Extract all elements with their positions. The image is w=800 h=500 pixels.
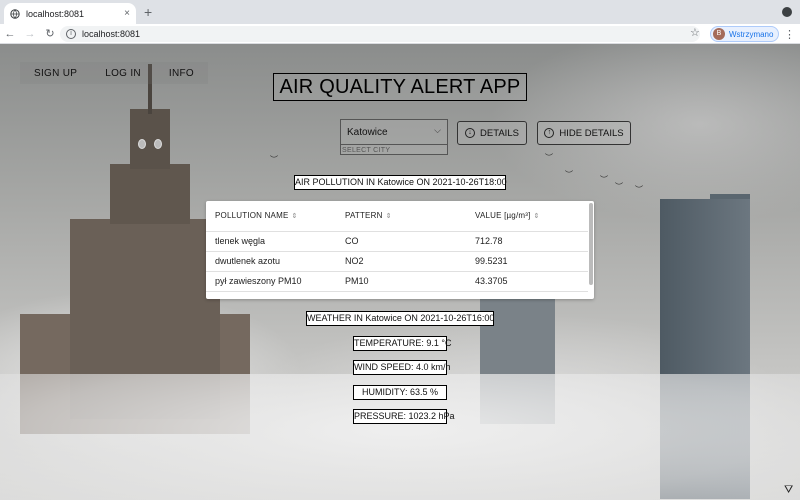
table-row: tlenek węgla CO 712.78 [206,231,588,252]
top-nav: SIGN UP LOG IN INFO [20,62,209,84]
cell-pollution-name: tlenek węgla [206,231,336,252]
hide-details-button[interactable]: ↑ HIDE DETAILS [537,121,631,145]
cell-pattern: NO2 [336,251,466,272]
table-header-row: POLLUTION NAME ⇕ PATTERN ⇕ VALUE [µg/m³] ⇕ [206,201,588,232]
cell-value: 99.5231 [466,251,588,272]
page-background: ︶ ︶ ︶ ︶ ︶ ︶ SIGN UP LOG IN INFO AIR QUAL… [0,44,800,500]
details-button[interactable]: ↓ DETAILS [457,121,527,145]
url-text: localhost:8081 [82,29,141,39]
arrow-up-circle-icon: ↑ [544,128,555,138]
bird-icon: ︶ [545,153,553,162]
page-title: AIR QUALITY ALERT APP [273,73,527,101]
city-select-label: SELECT CITY [342,147,391,154]
cell-value: 712.78 [466,231,588,252]
cell-pattern: PM10 [336,271,466,292]
browser-tabstrip: localhost:8081 × + [0,0,800,24]
browser-tab[interactable]: localhost:8081 × [4,3,136,24]
wind-speed-value: WIND SPEED: 4.0 km/h [353,360,451,375]
palace-top-image [130,109,170,169]
bird-icon: ︶ [635,185,643,194]
temperature-value: TEMPERATURE: 9.1 °C [353,336,451,351]
column-header-pollution-name[interactable]: POLLUTION NAME ⇕ [206,201,336,232]
cell-pollution-name: pył zawieszony PM10 [206,271,336,292]
reload-icon[interactable]: ↻ [40,27,60,40]
address-bar[interactable]: i localhost:8081 [60,26,700,42]
sort-icon[interactable]: ⇕ [386,213,392,220]
profile-button[interactable]: B Wstrzymano [710,26,780,42]
pressure-value: PRESSURE: 1023.2 hPa [353,409,455,424]
table-row: pył zawieszony PM10 PM10 43.3705 [206,271,588,292]
city-select-value: Katowice [347,127,388,138]
avatar: B [713,28,725,40]
nav-sign-up[interactable]: SIGN UP [20,62,91,84]
sort-icon[interactable]: ⇕ [534,213,540,220]
filter-icon[interactable]: ⛛ [784,484,793,497]
profile-label: Wstrzymano [729,29,774,39]
browser-toolbar: ← → ↻ i localhost:8081 ☆ B Wstrzymano ⋮ [0,24,800,44]
palace-mid-image [110,164,190,224]
select-underline [341,144,447,145]
cell-pollution-name: dwutlenek azotu [206,251,336,272]
table-row: dwutlenek azotu NO2 99.5231 [206,251,588,272]
weather-heading: WEATHER IN Katowice ON 2021-10-26T16:00 [306,311,494,326]
bird-icon: ︶ [600,175,608,184]
bird-icon: ︶ [615,182,623,191]
bird-icon: ︶ [565,170,573,179]
pollution-table[interactable]: POLLUTION NAME ⇕ PATTERN ⇕ VALUE [µg/m³] ⇕ … [206,201,594,299]
chevron-down-icon: ⌵ [434,125,441,135]
table-scrollbar[interactable] [589,203,593,285]
bird-icon: ︶ [270,155,278,164]
browser-menu-icon[interactable]: ⋮ [784,28,795,41]
tab-title: localhost:8081 [26,8,85,19]
arrow-down-circle-icon: ↓ [465,128,476,138]
clock-icon [154,139,162,149]
column-header-value[interactable]: VALUE [µg/m³] ⇕ [466,201,588,232]
globe-icon [10,8,20,19]
details-button-label: DETAILS [480,127,519,139]
hide-details-button-label: HIDE DETAILS [559,127,624,139]
sort-icon[interactable]: ⇕ [291,213,297,220]
city-select[interactable]: Katowice ⌵ SELECT CITY [340,119,448,155]
humidity-value: HUMIDITY: 63.5 % [353,385,447,400]
bookmark-star-icon[interactable]: ☆ [690,26,700,39]
forward-icon[interactable]: → [20,28,40,40]
air-pollution-heading: AIR POLLUTION IN Katowice ON 2021-10-26T… [294,175,507,190]
nav-log-in[interactable]: LOG IN [91,62,155,84]
site-info-icon[interactable]: i [66,29,76,39]
cell-pattern: CO [336,231,466,252]
clock-icon [138,139,146,149]
cell-value: 43.3705 [466,271,588,292]
column-header-pattern[interactable]: PATTERN ⇕ [336,201,466,232]
nav-info[interactable]: INFO [155,62,208,84]
new-tab-icon[interactable]: + [144,4,152,20]
tab-search-icon[interactable] [782,7,792,17]
close-icon[interactable]: × [124,8,130,19]
back-icon[interactable]: ← [0,28,20,40]
